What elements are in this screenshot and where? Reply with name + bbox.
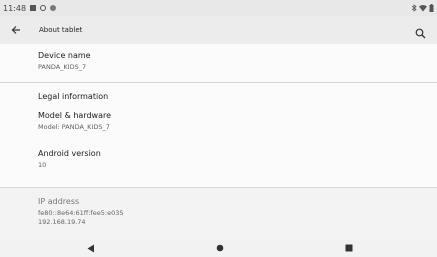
bluetooth-icon [411,4,417,12]
arrow-left-icon[interactable] [10,24,22,36]
legal-information-title: Legal information [38,92,109,101]
android-version-title: Android version [38,149,101,158]
device-name-item[interactable]: Device name PANDA_KIDS_7 [0,44,437,71]
ip-address-item: IP address fe80::8e64:61ff:fee5:e035 192… [0,188,437,226]
model-hardware-value: Model: PANDA_KIDS_7 [38,123,110,131]
status-time: 11:48 [3,3,27,13]
device-name-title: Device name [38,51,91,60]
circle-home-icon[interactable] [214,242,226,254]
legal-information-item[interactable]: Legal information [0,83,437,111]
ip-address-ipv6: fe80::8e64:61ff:fee5:e035 [38,209,124,217]
navigation-bar [0,239,437,257]
device-name-value: PANDA_KIDS_7 [38,63,87,71]
model-hardware-title: Model & hardware [38,111,112,120]
status-bar: 11:48 [0,0,437,16]
settings-notification-icon [40,5,47,11]
notification-icon [30,5,37,11]
page-title: About tablet [39,26,83,34]
triangle-back-icon[interactable] [85,242,97,254]
android-version-value: 10 [38,161,47,169]
battery-icon [429,4,434,12]
settings-list: Device name PANDA_KIDS_7 Legal informati… [0,44,437,240]
model-hardware-item[interactable]: Model & hardware Model: PANDA_KIDS_7 [0,111,437,149]
device-name-group: Device name PANDA_KIDS_7 [0,44,437,82]
app-notification-icon [50,5,57,11]
status-right [411,4,434,12]
status-left: 11:48 [3,3,57,13]
wifi-icon [419,5,427,12]
ip-group: IP address fe80::8e64:61ff:fee5:e035 192… [0,188,437,240]
info-group: Legal information Model & hardware Model… [0,83,437,187]
ip-address-title: IP address [38,197,80,206]
square-recents-icon[interactable] [343,242,355,254]
search-icon[interactable] [415,24,427,39]
android-version-item[interactable]: Android version 10 [0,149,437,169]
app-bar: About tablet [0,16,437,44]
ip-address-ipv4: 192.168.19.74 [38,218,86,226]
